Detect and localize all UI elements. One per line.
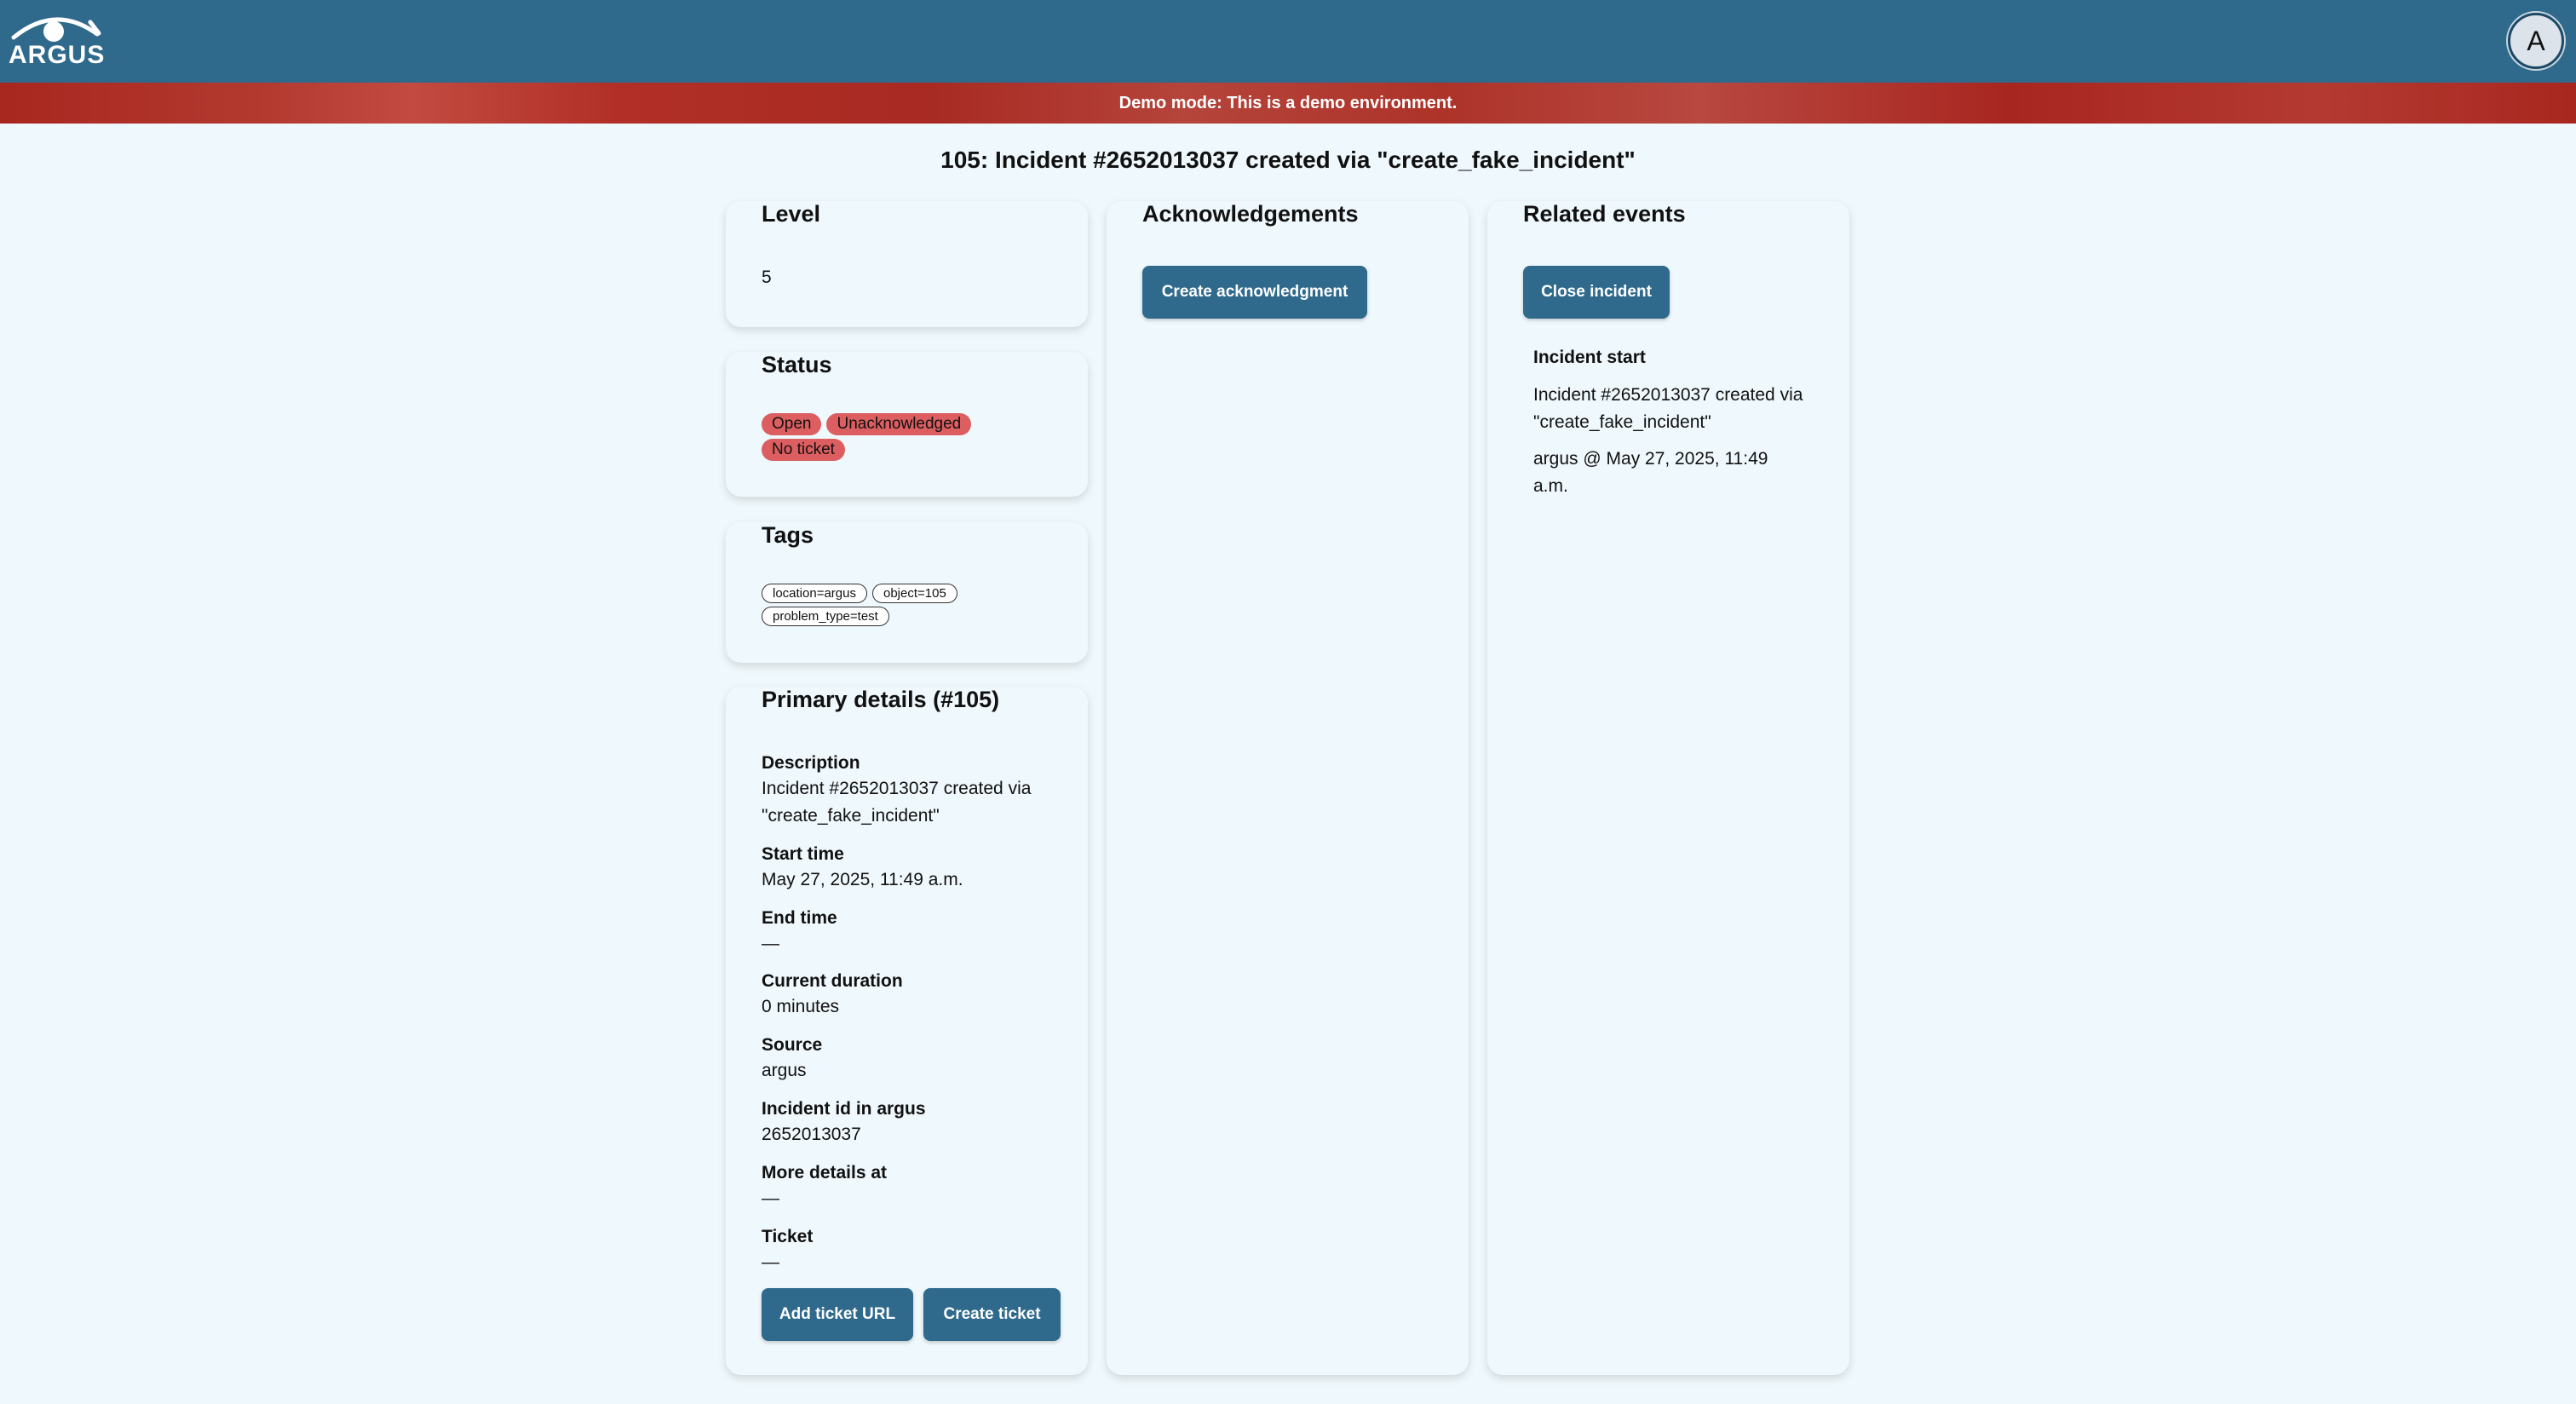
tags-card: Tags location=argus object=105 problem_t…: [726, 522, 1088, 663]
status-badge-open: Open: [762, 413, 822, 435]
source-value: argus: [762, 1061, 807, 1080]
event-description: Incident #2652013037 created via "create…: [1533, 385, 1803, 432]
eye-logo-icon: [11, 17, 101, 42]
current-duration-label: Current duration: [762, 971, 903, 991]
status-badges: Open Unacknowledged No ticket: [762, 413, 1009, 461]
logo-text: ARGUS: [9, 41, 106, 69]
status-badge-unacknowledged: Unacknowledged: [826, 413, 972, 435]
tag-item: location=argus: [762, 584, 867, 603]
status-heading: Status: [762, 352, 832, 377]
primary-details-card: Primary details (#105) Description Incid…: [726, 687, 1088, 1375]
page-title: 105: Incident #2652013037 created via "c…: [940, 147, 1636, 173]
close-incident-button[interactable]: Close incident: [1523, 266, 1670, 319]
status-badge-no-ticket: No ticket: [762, 439, 845, 461]
tags-list: location=argus object=105 problem_type=t…: [762, 584, 1009, 626]
event-meta: argus @ May 27, 2025, 11:49 a.m.: [1533, 449, 1768, 496]
status-card: Status Open Unacknowledged No ticket: [726, 352, 1088, 497]
related-events-heading: Related events: [1523, 201, 1686, 227]
demo-mode-banner: Demo mode: This is a demo environment.: [0, 83, 2576, 124]
event-title: Incident start: [1533, 348, 1646, 367]
ticket-label: Ticket: [762, 1227, 814, 1246]
add-ticket-url-button[interactable]: Add ticket URL: [762, 1288, 913, 1341]
level-heading: Level: [762, 201, 821, 227]
create-acknowledgment-button[interactable]: Create acknowledgment: [1142, 266, 1367, 319]
user-avatar-button[interactable]: A: [2508, 13, 2564, 69]
top-navbar: ARGUS A: [0, 0, 2576, 83]
acknowledgements-heading: Acknowledgements: [1142, 201, 1359, 227]
create-ticket-button[interactable]: Create ticket: [923, 1288, 1061, 1341]
source-label: Source: [762, 1035, 823, 1055]
tags-heading: Tags: [762, 522, 814, 548]
incident-id-label: Incident id in argus: [762, 1099, 926, 1119]
description-label: Description: [762, 753, 860, 773]
incident-id-value: 2652013037: [762, 1125, 861, 1144]
level-value: 5: [762, 268, 772, 287]
end-time-value: —: [762, 934, 779, 953]
current-duration-value: 0 minutes: [762, 997, 840, 1016]
ticket-value: —: [762, 1252, 779, 1272]
argus-logo[interactable]: ARGUS: [9, 9, 106, 72]
more-details-value: —: [762, 1188, 779, 1208]
related-events-card: Related events Close incident Incident s…: [1487, 201, 1849, 1375]
end-time-label: End time: [762, 908, 837, 928]
description-value: Incident #2652013037 created via "create…: [762, 779, 1032, 826]
primary-details-heading: Primary details (#105): [762, 687, 1000, 712]
level-card: Level 5: [726, 201, 1088, 327]
tag-item: object=105: [871, 584, 957, 603]
tag-item: problem_type=test: [762, 607, 889, 626]
more-details-label: More details at: [762, 1163, 888, 1182]
acknowledgements-card: Acknowledgements Create acknowledgment: [1107, 201, 1469, 1375]
start-time-value: May 27, 2025, 11:49 a.m.: [762, 870, 963, 889]
start-time-label: Start time: [762, 844, 844, 864]
